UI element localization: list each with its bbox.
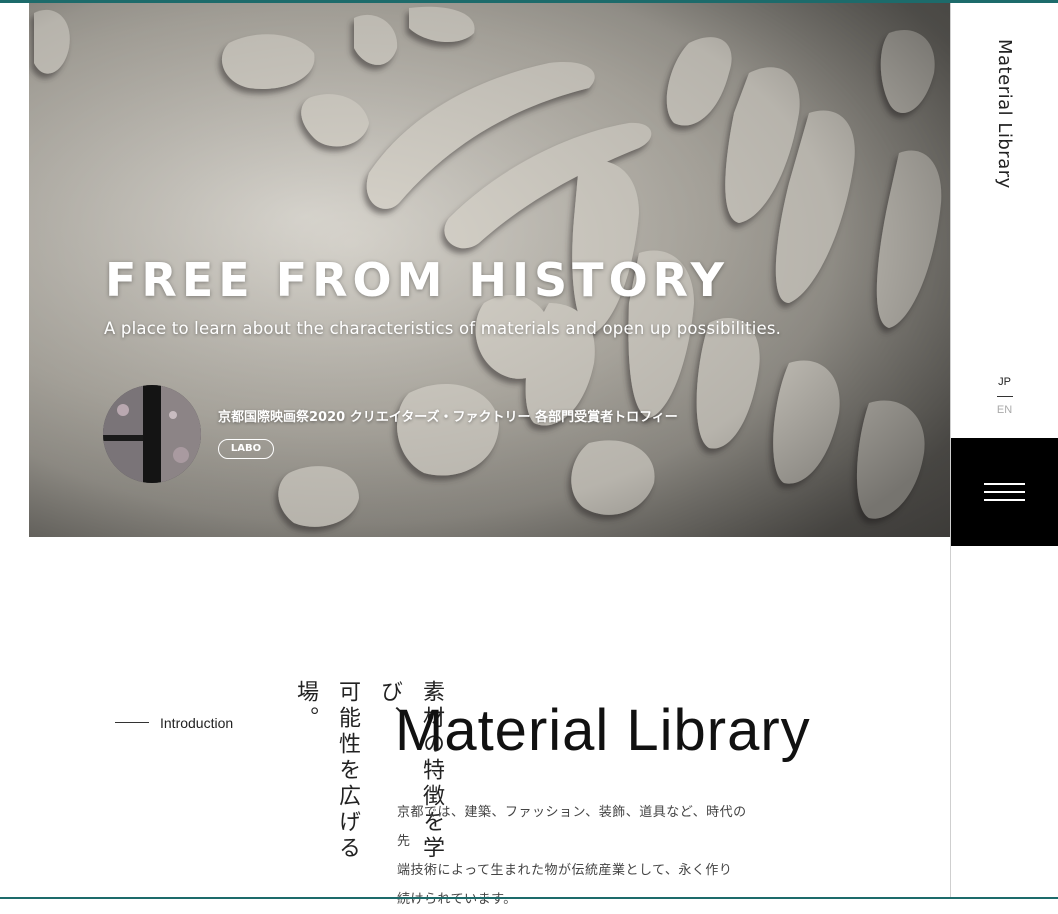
material-library-logo: Material Library <box>395 698 811 763</box>
intro-label-line <box>115 722 149 723</box>
intro-label: Introduction <box>160 715 234 731</box>
intro-body-line-1: 京都では、建築、ファッション、装飾、道具など、時代の先 <box>397 805 747 849</box>
hero-banner[interactable]: FREE FROM HISTORY A place to learn about… <box>29 3 950 537</box>
sidebar-brand-text: Material Library <box>994 39 1015 189</box>
feature-thumbnail[interactable] <box>103 385 201 483</box>
lang-en-link[interactable]: EN <box>951 404 1058 416</box>
intro-body-line-3: 続けられています。 <box>397 892 517 907</box>
sidebar-brand[interactable]: Material Library <box>951 39 1058 209</box>
right-sidebar: Material Library JP EN <box>950 3 1058 897</box>
intro-body-line-2: 端技術によって生まれた物が伝統産業として、永く作り <box>397 863 733 878</box>
feature-title[interactable]: 京都国際映画祭2020 クリエイターズ・ファクトリー 各部門受賞者トロフィー <box>218 406 678 425</box>
feature-thumbnail-image <box>103 385 201 483</box>
hero-title: FREE FROM HISTORY <box>105 253 729 307</box>
feature-tag-labo[interactable]: LABO <box>218 439 274 459</box>
lang-jp-link[interactable]: JP <box>951 376 1058 388</box>
hero-subtitle: A place to learn about the characteristi… <box>104 319 782 338</box>
lang-divider <box>997 396 1013 397</box>
intro-heading-line-2: 可能性を広げる場。 <box>293 680 360 862</box>
menu-button[interactable] <box>951 438 1058 546</box>
